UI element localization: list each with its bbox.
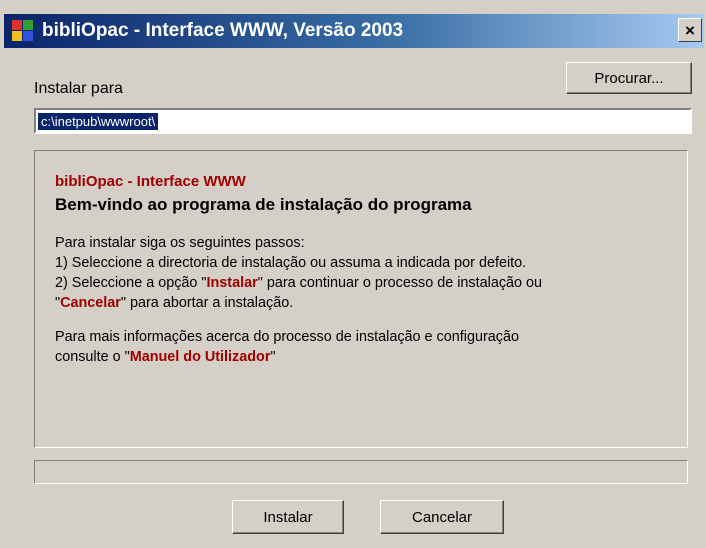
panel-welcome-heading: Bem-vindo ao programa de instalação do p…: [55, 195, 472, 214]
close-button[interactable]: ×: [678, 18, 702, 42]
close-icon: ×: [685, 20, 695, 40]
instructions-step-2b: "Cancelar" para abortar a instalação.: [55, 293, 542, 313]
info-line-1: Para mais informações acerca do processo…: [55, 329, 519, 345]
manual-keyword: Manuel do Utilizador: [129, 349, 271, 365]
panel-instructions: Para instalar siga os seguintes passos: …: [55, 233, 542, 367]
instructions-step-2: 2) Seleccione a opção "Instalar" para co…: [55, 273, 542, 293]
window-title: bibliOpac - Interface WWW, Versão 2003: [42, 20, 404, 41]
step2-text-post: " para continuar o processo de instalaçã…: [257, 275, 543, 291]
info-text-post: ": [270, 349, 276, 365]
install-progress-bar: [34, 460, 688, 484]
install-path-value: c:\inetpub\wwwroot\: [38, 113, 159, 130]
instructions-step-1: 1) Seleccione a directoria de instalação…: [55, 255, 527, 271]
install-path-input[interactable]: c:\inetpub\wwwroot\: [34, 108, 692, 134]
install-button[interactable]: Instalar: [232, 500, 344, 534]
info-text-pre: consulte o ": [55, 349, 130, 365]
step2b-text-post: " para abortar a instalação.: [120, 295, 294, 311]
step2b-cancel-keyword: Cancelar: [60, 295, 121, 311]
installer-window: bibliOpac - Interface WWW, Versão 2003 ×…: [0, 0, 706, 548]
app-icon: [12, 20, 34, 42]
instructions-intro: Para instalar siga os seguintes passos:: [55, 235, 305, 251]
step2-install-keyword: Instalar: [206, 275, 258, 291]
panel-app-name: bibliOpac - Interface WWW: [55, 173, 246, 190]
info-line-2: consulte o "Manuel do Utilizador": [55, 347, 542, 367]
welcome-panel: bibliOpac - Interface WWW Bem-vindo ao p…: [34, 150, 688, 448]
install-path-label: Instalar para: [34, 80, 123, 97]
title-bar[interactable]: bibliOpac - Interface WWW, Versão 2003 ×: [4, 14, 704, 48]
step2-text-pre: 2) Seleccione a opção ": [55, 275, 207, 291]
cancel-button[interactable]: Cancelar: [380, 500, 504, 534]
browse-button[interactable]: Procurar...: [566, 62, 692, 94]
